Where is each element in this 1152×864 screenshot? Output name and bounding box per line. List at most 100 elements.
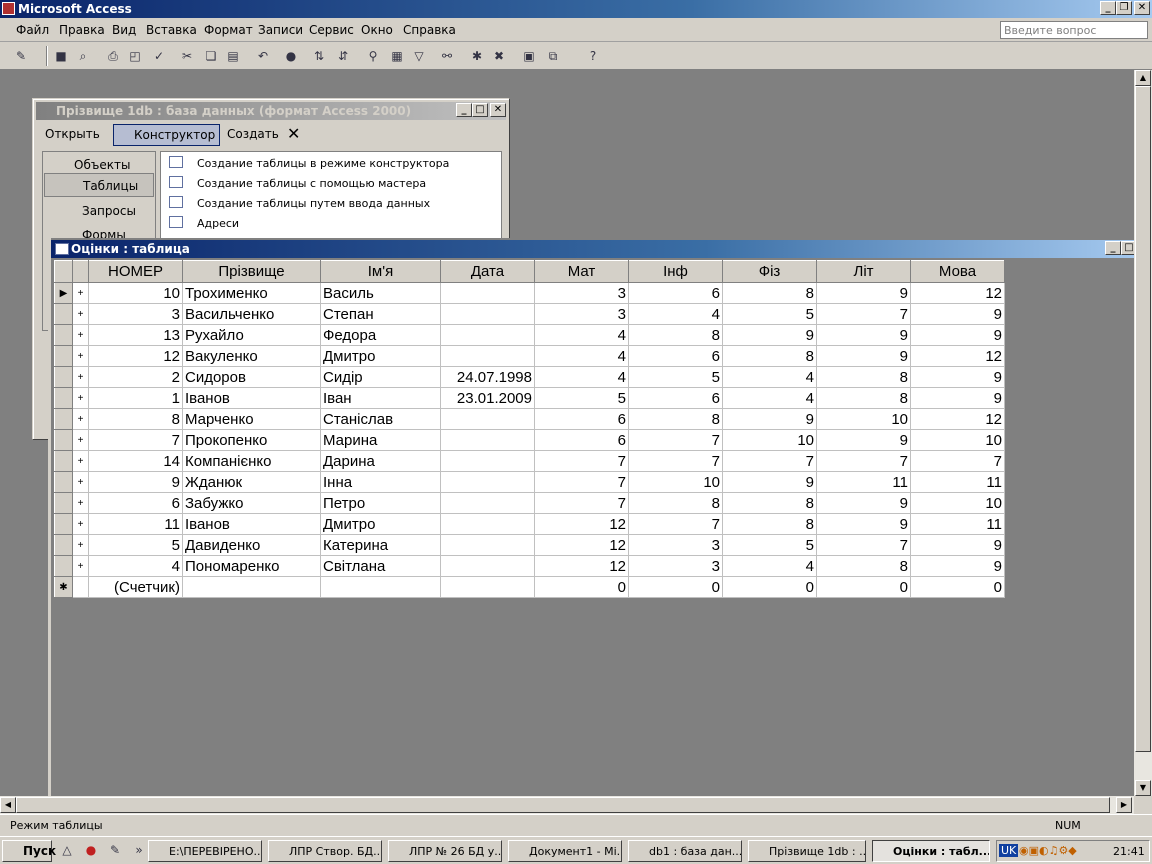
expand-subdatasheet-icon[interactable]: + — [72, 471, 89, 493]
table-cell[interactable]: 9 — [910, 324, 1005, 346]
help-icon[interactable]: ? — [584, 47, 602, 65]
table-cell[interactable] — [440, 324, 535, 346]
table-cell[interactable]: 5 — [722, 303, 817, 325]
table-cell[interactable]: 7 — [88, 429, 183, 451]
quicklaunch-icon[interactable]: ✎ — [106, 841, 124, 859]
table-cell[interactable]: 8 — [722, 513, 817, 535]
table-cell[interactable]: 4 — [534, 366, 629, 388]
record-selector[interactable] — [54, 429, 73, 451]
menu-file[interactable]: Файл — [16, 23, 49, 37]
table-cell[interactable]: 9 — [88, 471, 183, 493]
table-cell[interactable]: 6 — [534, 429, 629, 451]
start-button[interactable]: Пуск — [2, 840, 56, 862]
new-record-row[interactable]: ✱ (Счетчик) 0 0 0 0 0 — [54, 576, 1005, 598]
print-icon[interactable]: ⎙ — [104, 47, 122, 65]
table-cell[interactable]: 3 — [628, 534, 723, 556]
table-cell[interactable]: Забужко — [182, 492, 321, 514]
menu-edit[interactable]: Правка — [59, 23, 105, 37]
table-cell[interactable]: Інна — [320, 471, 441, 493]
table-cell[interactable]: 9 — [722, 471, 817, 493]
scroll-right-button[interactable]: ▶ — [1116, 797, 1132, 813]
table-cell[interactable]: 9 — [910, 303, 1005, 325]
table-cell[interactable]: 9 — [816, 324, 911, 346]
record-selector[interactable] — [54, 408, 73, 430]
table-cell[interactable]: 7 — [628, 429, 723, 451]
table-cell[interactable] — [440, 282, 535, 304]
column-header-nomer[interactable]: НОМЕР — [88, 260, 183, 283]
expand-subdatasheet-icon[interactable]: + — [72, 513, 89, 535]
table-cell[interactable]: 2 — [88, 366, 183, 388]
table-cell[interactable]: (Счетчик) — [88, 576, 183, 598]
table-cell[interactable]: 12 — [534, 534, 629, 556]
table-cell[interactable]: 6 — [628, 282, 723, 304]
select-all-corner[interactable] — [54, 260, 73, 283]
table-row[interactable]: +3 Васильченко Степан 3 4 5 7 9 — [54, 303, 1005, 325]
create-button[interactable]: Создать — [209, 124, 283, 146]
close-button[interactable]: ✕ — [1134, 1, 1150, 15]
table-row[interactable]: +2 Сидоров Сидір 24.07.1998 4 5 4 8 9 — [54, 366, 1005, 388]
table-cell[interactable]: 23.01.2009 — [440, 387, 535, 409]
open-button[interactable]: Открыть — [41, 124, 104, 146]
table-cell[interactable]: 10 — [910, 492, 1005, 514]
table-cell[interactable]: 7 — [910, 450, 1005, 472]
database-window-icon[interactable]: ⧉ — [544, 47, 562, 65]
table-cell[interactable]: Світлана — [320, 555, 441, 577]
table-cell[interactable]: Компанієнко — [182, 450, 321, 472]
table-cell[interactable]: 4 — [722, 555, 817, 577]
language-indicator[interactable]: UK — [999, 844, 1019, 857]
column-header-name[interactable]: Ім'я — [320, 260, 441, 283]
find-icon[interactable]: ⚯ — [438, 47, 456, 65]
new-record-icon[interactable]: ✱ — [468, 47, 486, 65]
table-cell[interactable]: 0 — [628, 576, 723, 598]
table-cell[interactable]: 3 — [88, 303, 183, 325]
table-cell[interactable]: 0 — [534, 576, 629, 598]
table-cell[interactable]: 9 — [816, 429, 911, 451]
list-item-addresses[interactable]: Адреси — [197, 217, 239, 230]
column-header-inf[interactable]: Інф — [628, 260, 723, 283]
current-record-selector[interactable]: ▶ — [54, 282, 73, 304]
table-row[interactable]: +1 Іванов Іван 23.01.2009 5 6 4 8 9 — [54, 387, 1005, 409]
scroll-thumb[interactable] — [1135, 86, 1151, 752]
table-cell[interactable]: Сидір — [320, 366, 441, 388]
table-cell[interactable]: 9 — [910, 366, 1005, 388]
table-cell[interactable]: 12 — [534, 555, 629, 577]
copy-icon[interactable]: ❏ — [202, 47, 220, 65]
table-cell[interactable] — [440, 303, 535, 325]
db-maximize-button[interactable]: □ — [472, 103, 488, 117]
table-cell[interactable]: 11 — [816, 471, 911, 493]
scroll-down-button[interactable]: ▼ — [1135, 780, 1151, 796]
table-cell[interactable]: 10 — [722, 429, 817, 451]
record-selector[interactable] — [54, 387, 73, 409]
table-cell[interactable]: 4 — [722, 366, 817, 388]
table-cell[interactable]: 11 — [910, 471, 1005, 493]
table-cell[interactable]: 9 — [816, 282, 911, 304]
table-cell[interactable]: 7 — [816, 450, 911, 472]
tray-icons[interactable]: ◉▣◐♫⚙◆ — [1019, 844, 1077, 857]
table-cell[interactable]: 10 — [910, 429, 1005, 451]
table-cell[interactable]: 8 — [722, 492, 817, 514]
table-cell[interactable]: Станіслав — [320, 408, 441, 430]
table-cell[interactable] — [440, 345, 535, 367]
table-cell[interactable]: 10 — [88, 282, 183, 304]
menu-help[interactable]: Справка — [403, 23, 456, 37]
table-cell[interactable]: Степан — [320, 303, 441, 325]
record-selector[interactable] — [54, 513, 73, 535]
record-selector[interactable] — [54, 366, 73, 388]
table-cell[interactable]: 4 — [628, 303, 723, 325]
table-cell[interactable]: 9 — [722, 324, 817, 346]
table-cell[interactable]: 5 — [722, 534, 817, 556]
table-cell[interactable] — [440, 450, 535, 472]
expand-subdatasheet-icon[interactable]: + — [72, 492, 89, 514]
table-cell[interactable]: 9 — [722, 408, 817, 430]
list-item-create-wizard[interactable]: Создание таблицы с помощью мастера — [197, 177, 426, 190]
table-cell[interactable]: 8 — [722, 282, 817, 304]
table-cell[interactable]: Катерина — [320, 534, 441, 556]
table-cell[interactable] — [440, 408, 535, 430]
table-cell[interactable]: 6 — [628, 387, 723, 409]
objects-tables[interactable]: Таблицы — [44, 173, 154, 197]
task-word-1[interactable]: ЛПР Створ. БД... — [268, 840, 382, 862]
table-cell[interactable]: 9 — [816, 345, 911, 367]
table-row[interactable]: +12 Вакуленко Дмитро 4 6 8 9 12 — [54, 345, 1005, 367]
table-cell[interactable]: 9 — [910, 387, 1005, 409]
table-cell[interactable]: 9 — [910, 534, 1005, 556]
